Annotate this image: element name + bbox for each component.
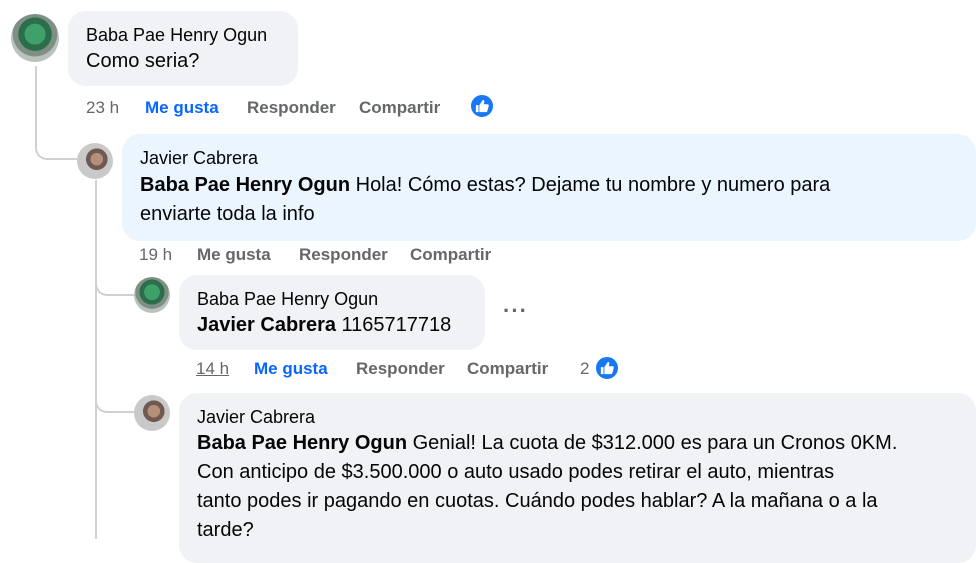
like-reaction-icon[interactable] bbox=[469, 93, 495, 119]
comment-text-line: enviarte toda la info bbox=[140, 203, 315, 225]
mention-link[interactable]: Baba Pae Henry Ogun bbox=[140, 174, 350, 196]
comment-bubble: Javier Cabrera Baba Pae Henry Ogun Hola!… bbox=[122, 134, 976, 241]
comment-text-line: tarde? bbox=[197, 519, 254, 541]
comment-text: Javier Cabrera 1165717718 bbox=[197, 311, 451, 340]
avatar[interactable] bbox=[77, 143, 113, 179]
avatar[interactable] bbox=[11, 14, 59, 62]
share-button[interactable]: Compartir bbox=[359, 98, 440, 118]
comment-bubble: Baba Pae Henry Ogun Javier Cabrera 11657… bbox=[179, 275, 485, 350]
comment-bubble: Baba Pae Henry Ogun Como seria? bbox=[68, 11, 298, 86]
comment-text: Baba Pae Henry Ogun Genial! La cuota de … bbox=[197, 429, 976, 545]
comment-timestamp[interactable]: 23 h bbox=[86, 98, 119, 118]
comment-author[interactable]: Baba Pae Henry Ogun bbox=[197, 289, 378, 310]
avatar[interactable] bbox=[134, 395, 170, 431]
share-button[interactable]: Compartir bbox=[410, 245, 491, 265]
mention-link[interactable]: Javier Cabrera bbox=[197, 314, 336, 336]
thread-connector bbox=[95, 270, 135, 296]
reply-button[interactable]: Responder bbox=[299, 245, 388, 265]
like-reaction-icon[interactable] bbox=[594, 355, 620, 381]
reaction-count[interactable]: 2 bbox=[580, 359, 589, 379]
avatar[interactable] bbox=[134, 277, 170, 313]
comment-text-line: 1165717718 bbox=[335, 314, 452, 336]
comment-author[interactable]: Javier Cabrera bbox=[197, 407, 315, 428]
comment-text-line: Hola! Cómo estas? Dejame tu nombre y num… bbox=[350, 174, 831, 196]
comment-text-line: Con anticipo de $3.500.000 o auto usado … bbox=[197, 461, 835, 483]
comment-text: Como seria? bbox=[86, 50, 200, 72]
more-options-icon[interactable]: ··· bbox=[503, 298, 528, 324]
like-button[interactable]: Me gusta bbox=[145, 98, 219, 118]
comment-text-line: Genial! La cuota de $312.000 es para un … bbox=[407, 432, 898, 454]
comment-timestamp[interactable]: 14 h bbox=[196, 359, 229, 379]
thread-line bbox=[95, 180, 97, 539]
comment-author[interactable]: Javier Cabrera bbox=[140, 148, 258, 169]
thread-connector bbox=[35, 120, 79, 160]
comment-timestamp[interactable]: 19 h bbox=[139, 245, 172, 265]
share-button[interactable]: Compartir bbox=[467, 359, 548, 379]
reply-button[interactable]: Responder bbox=[247, 98, 336, 118]
reply-button[interactable]: Responder bbox=[356, 359, 445, 379]
comment-author[interactable]: Baba Pae Henry Ogun bbox=[86, 25, 267, 46]
comment-text-line: tanto podes ir pagando en cuotas. Cuándo… bbox=[197, 490, 878, 512]
thread-connector bbox=[95, 385, 135, 413]
comment-bubble: Javier Cabrera Baba Pae Henry Ogun Genia… bbox=[179, 393, 976, 563]
mention-link[interactable]: Baba Pae Henry Ogun bbox=[197, 432, 407, 454]
like-button[interactable]: Me gusta bbox=[254, 359, 328, 379]
comment-text: Baba Pae Henry Ogun Hola! Cómo estas? De… bbox=[140, 171, 960, 229]
like-button[interactable]: Me gusta bbox=[197, 245, 271, 265]
thread-line bbox=[35, 66, 37, 126]
